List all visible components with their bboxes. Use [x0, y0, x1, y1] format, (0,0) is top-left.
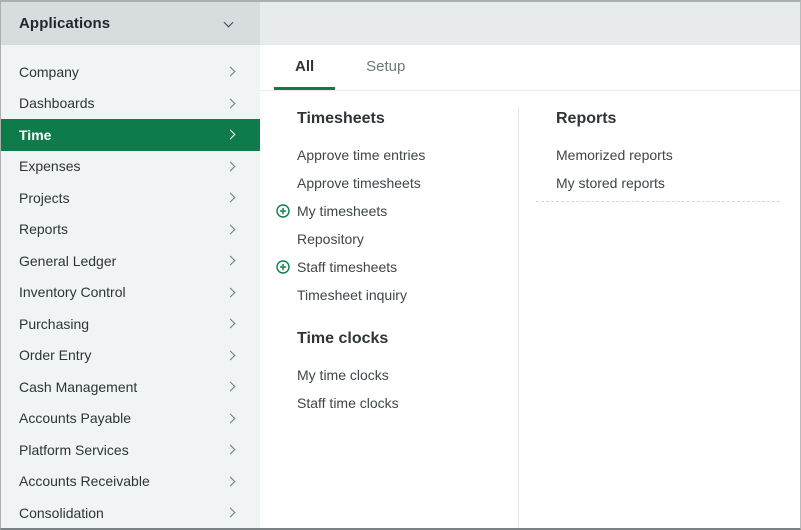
chevron-down-icon — [224, 17, 234, 27]
section-title: Reports — [556, 107, 800, 131]
menu-item-label: Staff time clocks — [297, 395, 399, 411]
sidebar-item-inventory-control[interactable]: Inventory Control — [1, 277, 260, 309]
add-circle-icon[interactable] — [276, 260, 297, 274]
menu-item-memorized-reports[interactable]: Memorized reports — [535, 141, 800, 169]
sidebar-item-label: Order Entry — [19, 347, 91, 363]
sidebar-item-label: Company — [19, 64, 79, 80]
sidebar-item-consolidation[interactable]: Consolidation — [1, 497, 260, 529]
menu-item-timesheet-inquiry[interactable]: Timesheet inquiry — [276, 281, 518, 309]
module-menu-panel: AllSetup Timesheets Approve time entries A… — [260, 2, 800, 528]
menu-item-repository[interactable]: Repository — [276, 225, 518, 253]
menu-item-label: My timesheets — [297, 203, 387, 219]
chevron-right-icon — [226, 350, 236, 360]
menu-item-label: My time clocks — [297, 367, 389, 383]
sidebar-item-label: Expenses — [19, 158, 80, 174]
sidebar-item-accounts-payable[interactable]: Accounts Payable — [1, 403, 260, 435]
chevron-right-icon — [226, 161, 236, 171]
sidebar-item-label: Platform Services — [19, 442, 129, 458]
menu-item-my-time-clocks[interactable]: My time clocks — [276, 361, 518, 389]
sidebar-item-reports[interactable]: Reports — [1, 214, 260, 246]
applications-list: Company Dashboards Time Expenses Projects Rep… — [1, 45, 260, 529]
menu-item-my-stored-reports[interactable]: My stored reports — [535, 169, 800, 197]
application-menu-window: Applications Company Dashboards Time Expens… — [0, 0, 801, 530]
chevron-right-icon — [226, 224, 236, 234]
chevron-right-icon — [226, 476, 236, 486]
section-timesheets: Timesheets Approve time entries Approve ti… — [276, 107, 518, 309]
menu-item-label: Timesheet inquiry — [297, 287, 407, 303]
sidebar-item-label: Cash Management — [19, 379, 137, 395]
sidebar-item-purchasing[interactable]: Purchasing — [1, 308, 260, 340]
sidebar-item-time[interactable]: Time — [1, 119, 260, 151]
sidebar-item-label: Purchasing — [19, 316, 89, 332]
section-title: Timesheets — [297, 107, 518, 131]
section-title: Time clocks — [297, 327, 518, 351]
menu-item-label: My stored reports — [556, 175, 665, 191]
sidebar-item-expenses[interactable]: Expenses — [1, 151, 260, 183]
sidebar-item-cash-management[interactable]: Cash Management — [1, 371, 260, 403]
top-strip — [260, 2, 800, 45]
menu-tabs: AllSetup — [260, 45, 800, 91]
menu-item-staff-time-clocks[interactable]: Staff time clocks — [276, 389, 518, 417]
menu-item-label: Repository — [297, 231, 364, 247]
menu-content: Timesheets Approve time entries Approve ti… — [260, 91, 800, 528]
sidebar-item-platform-services[interactable]: Platform Services — [1, 434, 260, 466]
chevron-right-icon — [226, 130, 236, 140]
menu-column-2: Reports Memorized reports My stored report… — [519, 107, 800, 528]
menu-item-label: Memorized reports — [556, 147, 673, 163]
chevron-right-icon — [226, 98, 236, 108]
add-circle-icon[interactable] — [276, 204, 297, 218]
menu-column-1: Timesheets Approve time entries Approve ti… — [260, 107, 519, 528]
menu-item-my-timesheets[interactable]: My timesheets — [276, 197, 518, 225]
applications-dropdown[interactable]: Applications — [1, 2, 260, 45]
chevron-right-icon — [226, 256, 236, 266]
sidebar-item-general-ledger[interactable]: General Ledger — [1, 245, 260, 277]
sidebar-item-label: Dashboards — [19, 95, 95, 111]
chevron-right-icon — [226, 445, 236, 455]
sidebar-item-label: General Ledger — [19, 253, 116, 269]
sidebar-item-label: Accounts Payable — [19, 410, 131, 426]
sidebar-item-label: Time — [19, 127, 51, 143]
chevron-right-icon — [226, 319, 236, 329]
tab-all[interactable]: All — [274, 45, 335, 90]
menu-item-approve-timesheets[interactable]: Approve timesheets — [276, 169, 518, 197]
menu-item-approve-time-entries[interactable]: Approve time entries — [276, 141, 518, 169]
chevron-right-icon — [226, 287, 236, 297]
sidebar-item-label: Reports — [19, 221, 68, 237]
sidebar-item-label: Consolidation — [19, 505, 104, 521]
menu-item-label: Staff timesheets — [297, 259, 397, 275]
sidebar-item-label: Projects — [19, 190, 70, 206]
chevron-right-icon — [226, 508, 236, 518]
chevron-right-icon — [226, 193, 236, 203]
chevron-right-icon — [226, 413, 236, 423]
menu-item-label: Approve time entries — [297, 147, 425, 163]
menu-item-staff-timesheets[interactable]: Staff timesheets — [276, 253, 518, 281]
menu-item-label: Approve timesheets — [297, 175, 421, 191]
chevron-right-icon — [226, 382, 236, 392]
tab-setup[interactable]: Setup — [345, 45, 426, 90]
sidebar-item-label: Accounts Receivable — [19, 473, 150, 489]
chevron-right-icon — [226, 67, 236, 77]
section-reports: Reports Memorized reports My stored report… — [535, 107, 800, 197]
sidebar-item-label: Inventory Control — [19, 284, 126, 300]
applications-sidebar: Applications Company Dashboards Time Expens… — [1, 2, 260, 528]
section-time-clocks: Time clocks My time clocks Staff time cloc… — [276, 327, 518, 417]
sidebar-item-accounts-receivable[interactable]: Accounts Receivable — [1, 466, 260, 498]
sidebar-item-order-entry[interactable]: Order Entry — [1, 340, 260, 372]
sidebar-item-dashboards[interactable]: Dashboards — [1, 88, 260, 120]
sidebar-item-projects[interactable]: Projects — [1, 182, 260, 214]
dashed-divider — [536, 201, 780, 202]
applications-dropdown-label: Applications — [19, 15, 110, 32]
sidebar-item-company[interactable]: Company — [1, 56, 260, 88]
